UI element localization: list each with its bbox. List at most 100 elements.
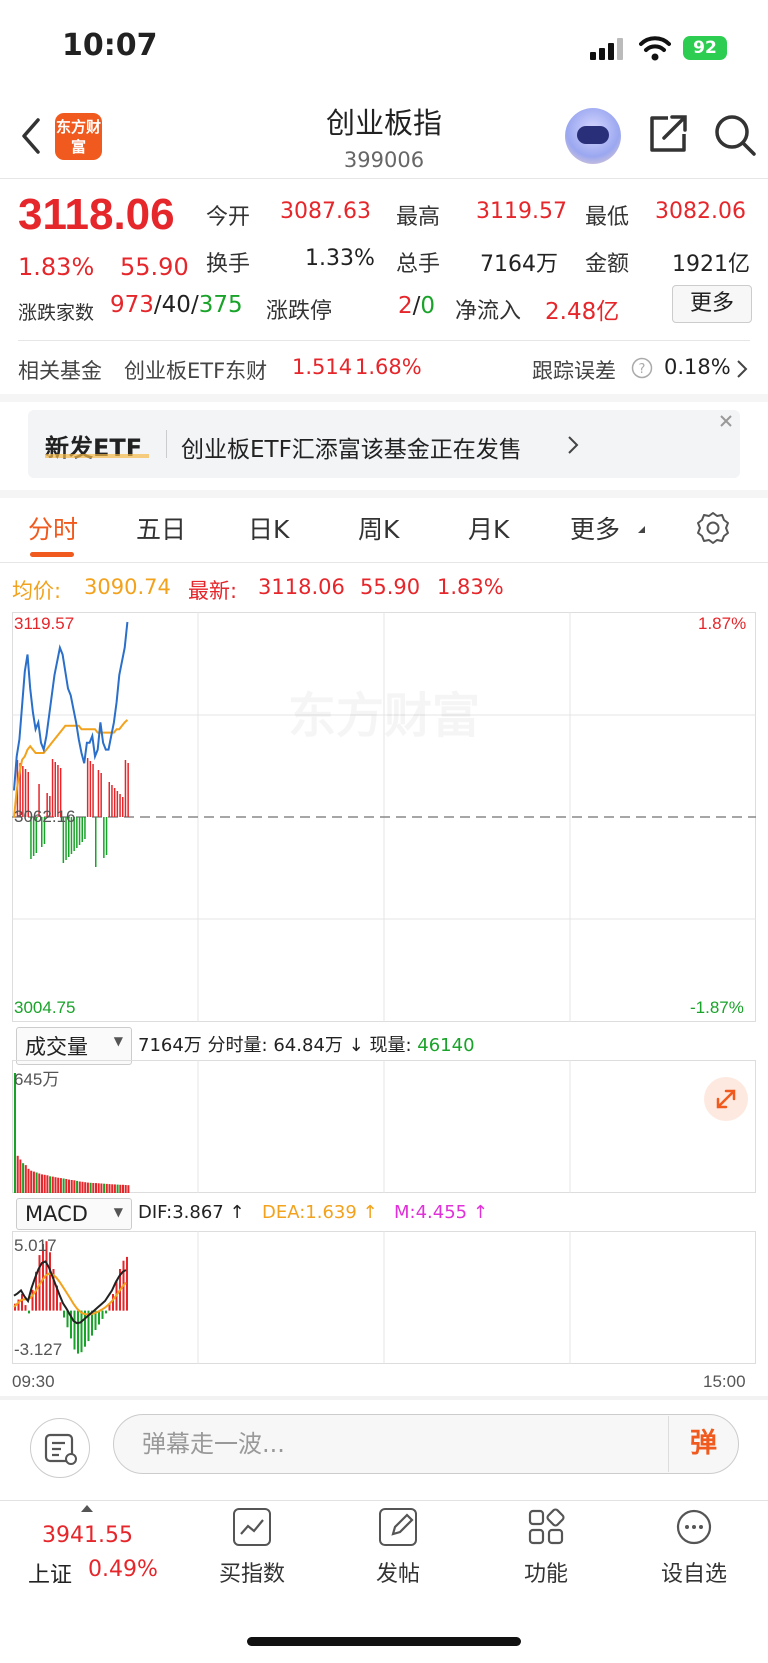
volume-bar	[127, 1185, 130, 1193]
danmu-input[interactable]: 弹幕走一波...	[113, 1414, 739, 1474]
macd-indicator-select[interactable]: MACD ▼	[16, 1198, 132, 1230]
home-indicator	[247, 1637, 521, 1646]
price-vol-bar	[127, 763, 129, 817]
avg-label: 均价:	[12, 579, 62, 603]
watermark: 东方财富	[288, 688, 480, 744]
volume-bar	[35, 1172, 38, 1193]
volume-bar	[86, 1182, 89, 1193]
chart-trend-icon	[233, 1508, 271, 1546]
volume-bar	[119, 1184, 122, 1193]
more-dots-icon	[675, 1508, 713, 1546]
price-vol-bar	[78, 817, 81, 845]
time-start: 09:30	[12, 1372, 55, 1391]
volume-info: 7164万 分时量: 64.84万 ↓ 现量: 46140	[138, 1031, 475, 1057]
chevron-right-icon[interactable]	[735, 358, 749, 380]
index-pct[interactable]: 0.49%	[88, 1557, 158, 1582]
breadth-flat: 40	[161, 292, 191, 318]
macd-chart[interactable]	[12, 1231, 756, 1364]
current-price: 3118.06	[18, 190, 175, 239]
danmu-toggle-button[interactable]: 弹	[668, 1416, 738, 1472]
latest-change: 55.90	[360, 575, 421, 599]
pct-top-label: 1.87%	[698, 614, 747, 633]
price-vol-bar	[100, 773, 102, 817]
volume-bar	[92, 1183, 95, 1193]
limit-label: 涨跌停	[266, 299, 333, 324]
volume-bar	[32, 1171, 35, 1193]
macd-bar	[21, 1294, 23, 1311]
price-vol-bar	[95, 817, 97, 867]
volume-bar	[68, 1179, 70, 1193]
close-icon[interactable]	[718, 413, 734, 429]
tab-add-watchlist[interactable]: 设自选	[624, 1508, 764, 1588]
robot-face	[577, 126, 609, 144]
pct-bottom-label: -1.87%	[690, 998, 744, 1017]
tab-functions[interactable]: 功能	[476, 1508, 616, 1588]
inflow-value: 2.48亿	[545, 299, 620, 325]
tab-monthly-k[interactable]: 月K	[468, 510, 509, 546]
tab-more[interactable]: 更多	[570, 510, 620, 546]
search-icon[interactable]	[712, 112, 758, 158]
index-name[interactable]: 上证	[28, 1557, 72, 1589]
macd-bar	[77, 1310, 79, 1354]
volume-total: 7164万	[138, 1035, 202, 1056]
volume-bar	[124, 1185, 127, 1193]
price-vol-bar	[81, 817, 83, 842]
tabs-divider	[0, 562, 768, 563]
volume-bars	[14, 1073, 130, 1193]
limit-values: 2/0	[398, 293, 435, 319]
volume-select-caret-icon: ▼	[113, 1034, 123, 1048]
fund-name[interactable]: 创业板ETF东财	[124, 355, 267, 385]
section-gap-2	[0, 490, 768, 498]
y-top-label: 3119.57	[14, 614, 75, 633]
low-value: 3082.06	[655, 199, 746, 224]
tab-five-day[interactable]: 五日	[136, 510, 186, 546]
tab-post-label: 发帖	[375, 1562, 420, 1587]
wifi-icon	[639, 36, 671, 61]
volume-bar	[54, 1177, 57, 1193]
caret-up-icon	[81, 1505, 93, 1512]
macd-m: M:4.455 ↑	[394, 1202, 488, 1223]
price-vol-bar	[108, 782, 110, 817]
macd-bar	[105, 1310, 107, 1314]
banner-text[interactable]: 创业板ETF汇添富该基金正在发售	[181, 430, 522, 464]
time-end: 15:00	[703, 1372, 746, 1391]
volume-bar	[95, 1183, 97, 1193]
macd-bar	[73, 1310, 76, 1350]
volume-bar	[113, 1184, 116, 1193]
minute-volume-label: 分时量:	[207, 1035, 268, 1056]
breadth-label: 涨跌家数	[18, 302, 95, 324]
help-icon[interactable]: ?	[631, 357, 653, 379]
section-gap	[0, 394, 768, 402]
breadth-down: 375	[198, 292, 243, 318]
intraday-price-chart[interactable]: 东方财富	[12, 612, 756, 1022]
more-button[interactable]: 更多	[672, 285, 752, 323]
expand-button[interactable]	[704, 1077, 748, 1121]
volume-bar	[108, 1184, 111, 1193]
index-price[interactable]: 3941.55	[42, 1523, 133, 1548]
danmu-list-button[interactable]	[30, 1418, 90, 1478]
amount-label: 金额	[585, 252, 630, 277]
volume-chart[interactable]	[12, 1060, 756, 1193]
fund-row-label: 相关基金	[18, 359, 102, 383]
change-pct: 1.83%	[18, 253, 95, 281]
dif-line	[13, 1260, 127, 1325]
price-vol-bar	[84, 817, 86, 839]
status-time: 10:07	[62, 28, 158, 63]
tab-buy-index[interactable]: 买指数	[182, 1508, 322, 1588]
volume-bar	[84, 1182, 87, 1193]
low-label: 最低	[585, 205, 630, 230]
price-vol-bar	[124, 760, 127, 817]
macd-bar	[80, 1310, 83, 1353]
volume-y-top: 645万	[14, 1070, 60, 1089]
price-vol-bar	[92, 764, 94, 817]
price-vol-bar	[113, 788, 116, 817]
tab-weekly-k[interactable]: 周K	[358, 510, 399, 546]
svg-text:?: ?	[639, 362, 646, 377]
volume-bar	[41, 1174, 43, 1193]
tab-functions-label: 功能	[523, 1562, 568, 1587]
tab-intraday[interactable]: 分时	[28, 510, 78, 546]
tab-daily-k[interactable]: 日K	[248, 510, 289, 546]
share-icon[interactable]	[646, 112, 690, 156]
gear-icon[interactable]	[695, 510, 731, 546]
tab-post[interactable]: 发帖	[328, 1508, 468, 1588]
